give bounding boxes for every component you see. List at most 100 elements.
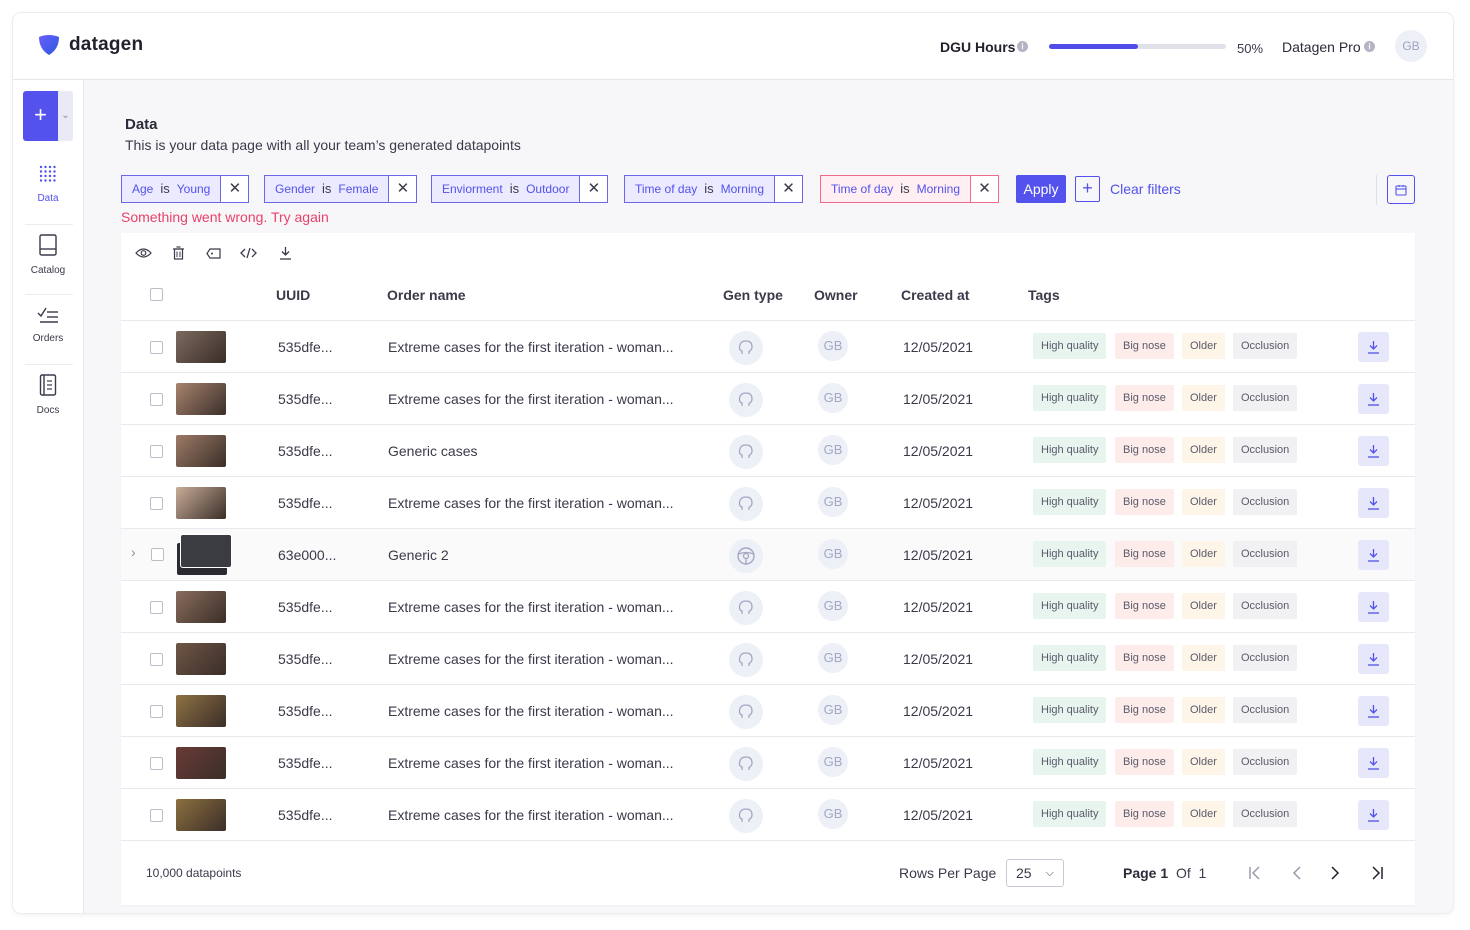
row-download-button[interactable] <box>1358 800 1389 830</box>
close-icon[interactable]: ✕ <box>774 176 802 202</box>
previous-page-icon[interactable] <box>1285 859 1309 887</box>
filter-chip[interactable]: Age is Young ✕ <box>121 175 250 203</box>
thumbnail[interactable] <box>176 487 226 519</box>
filter-field: Age <box>132 182 154 196</box>
table-row[interactable]: 535dfe... Extreme cases for the first ite… <box>121 372 1415 424</box>
info-icon[interactable]: i <box>1364 41 1375 52</box>
row-download-button[interactable] <box>1358 436 1389 466</box>
code-icon[interactable] <box>238 243 258 263</box>
clear-filters-link[interactable]: Clear filters <box>1110 181 1181 197</box>
row-download-button[interactable] <box>1358 332 1389 362</box>
column-header-gen-type[interactable]: Gen type <box>723 287 783 303</box>
row-checkbox[interactable] <box>150 757 163 770</box>
order-name-cell[interactable]: Extreme cases for the first iteration - … <box>388 391 674 407</box>
sidebar-item-catalog[interactable]: Catalog <box>13 234 83 294</box>
row-checkbox[interactable] <box>150 497 163 510</box>
row-download-button[interactable] <box>1358 644 1389 674</box>
row-checkbox[interactable] <box>150 445 163 458</box>
close-icon[interactable]: ✕ <box>388 176 417 202</box>
row-download-button[interactable] <box>1358 384 1389 414</box>
column-header-created-at[interactable]: Created at <box>901 287 969 303</box>
thumbnail[interactable] <box>176 383 226 415</box>
trash-icon[interactable] <box>168 243 188 263</box>
last-page-icon[interactable] <box>1365 859 1389 887</box>
table-row[interactable]: 535dfe... Extreme cases for the first ite… <box>121 632 1415 684</box>
table-row[interactable]: › 63e000... Generic 2 GB 12/05/2021 High qual… <box>121 528 1415 580</box>
close-icon[interactable]: ✕ <box>220 176 249 202</box>
table-row[interactable]: 535dfe... Extreme cases for the first ite… <box>121 736 1415 788</box>
filter-chip[interactable]: Gender is Female ✕ <box>264 175 418 203</box>
close-icon[interactable]: ✕ <box>970 176 998 202</box>
table-row[interactable]: 535dfe... Extreme cases for the first ite… <box>121 320 1415 372</box>
row-checkbox[interactable] <box>150 809 163 822</box>
order-name-cell[interactable]: Extreme cases for the first iteration - … <box>388 755 674 771</box>
user-avatar[interactable]: GB <box>1395 30 1427 62</box>
select-all-checkbox[interactable] <box>150 288 163 301</box>
tag-badge: Big nose <box>1115 593 1174 619</box>
row-checkbox[interactable] <box>150 705 163 718</box>
datagen-logo[interactable]: datagen <box>37 34 143 56</box>
sidebar-item-docs[interactable]: Docs <box>13 374 83 434</box>
download-icon <box>1367 444 1380 458</box>
apply-button[interactable]: Apply <box>1016 175 1066 203</box>
thumbnail[interactable] <box>176 591 226 623</box>
filter-value: Outdoor <box>526 182 570 196</box>
row-checkbox[interactable] <box>150 601 163 614</box>
thumbnail[interactable] <box>176 643 226 675</box>
download-icon[interactable] <box>275 243 295 263</box>
close-icon[interactable]: ✕ <box>579 176 608 202</box>
row-download-button[interactable] <box>1358 592 1389 622</box>
filter-chip[interactable]: Time of day is Morning ✕ <box>624 175 803 203</box>
info-icon[interactable]: i <box>1017 41 1028 52</box>
rows-per-page-label: Rows Per Page <box>899 865 997 881</box>
expand-row-icon[interactable]: › <box>131 544 136 560</box>
thumbnail[interactable] <box>176 799 226 831</box>
first-page-icon[interactable] <box>1243 859 1267 887</box>
filter-chip[interactable]: Enviorment is Outdoor ✕ <box>431 175 609 203</box>
order-name-cell[interactable]: Extreme cases for the first iteration - … <box>388 703 674 719</box>
order-name-cell[interactable]: Extreme cases for the first iteration - … <box>388 495 674 511</box>
rows-per-page-select[interactable]: 25 ⌵ <box>1006 859 1064 887</box>
create-button[interactable]: + <box>23 91 58 141</box>
table-row[interactable]: 535dfe... Extreme cases for the first ite… <box>121 580 1415 632</box>
gen-type-badge <box>729 435 763 469</box>
next-page-icon[interactable] <box>1323 859 1347 887</box>
row-checkbox[interactable] <box>150 341 163 354</box>
table-row[interactable]: 535dfe... Extreme cases for the first ite… <box>121 476 1415 528</box>
order-name-cell[interactable]: Generic 2 <box>388 547 449 563</box>
add-filter-button[interactable]: + <box>1075 176 1100 202</box>
order-name-cell[interactable]: Generic cases <box>388 443 477 459</box>
sidebar-item-data[interactable]: Data <box>13 164 83 224</box>
thumbnail[interactable] <box>176 331 226 363</box>
create-dropdown-toggle[interactable]: ⌄ <box>58 91 73 141</box>
row-download-button[interactable] <box>1358 488 1389 518</box>
table-row[interactable]: 535dfe... Extreme cases for the first ite… <box>121 684 1415 736</box>
sidebar-item-orders[interactable]: Orders <box>13 304 83 364</box>
row-checkbox[interactable] <box>150 653 163 666</box>
row-download-button[interactable] <box>1358 696 1389 726</box>
order-name-cell[interactable]: Extreme cases for the first iteration - … <box>388 651 674 667</box>
tag-icon[interactable] <box>203 243 223 263</box>
column-header-tags[interactable]: Tags <box>1028 287 1060 303</box>
table-row[interactable]: 535dfe... Generic cases GB 12/05/2021 High q… <box>121 424 1415 476</box>
eye-icon[interactable] <box>133 243 153 263</box>
column-header-order-name[interactable]: Order name <box>387 287 466 303</box>
order-name-cell[interactable]: Extreme cases for the first iteration - … <box>388 339 674 355</box>
thumbnail[interactable] <box>176 695 226 727</box>
table-row[interactable]: 535dfe... Extreme cases for the first ite… <box>121 788 1415 840</box>
row-checkbox[interactable] <box>150 393 163 406</box>
thumbnail[interactable] <box>176 435 226 467</box>
row-download-button[interactable] <box>1358 540 1389 570</box>
row-checkbox[interactable] <box>151 548 164 561</box>
column-header-uuid[interactable]: UUID <box>276 287 310 303</box>
thumbnail[interactable] <box>176 747 226 779</box>
order-name-cell[interactable]: Extreme cases for the first iteration - … <box>388 599 674 615</box>
date-picker-button[interactable] <box>1387 175 1415 204</box>
row-download-button[interactable] <box>1358 748 1389 778</box>
thumbnail[interactable] <box>181 535 231 567</box>
page-indicator: Page 1 Of 1 <box>1123 865 1206 881</box>
column-header-owner[interactable]: Owner <box>814 287 858 303</box>
order-name-cell[interactable]: Extreme cases for the first iteration - … <box>388 807 674 823</box>
filter-chip-error[interactable]: Time of day is Morning ✕ <box>820 175 999 203</box>
tag-badge: Big nose <box>1115 333 1174 359</box>
